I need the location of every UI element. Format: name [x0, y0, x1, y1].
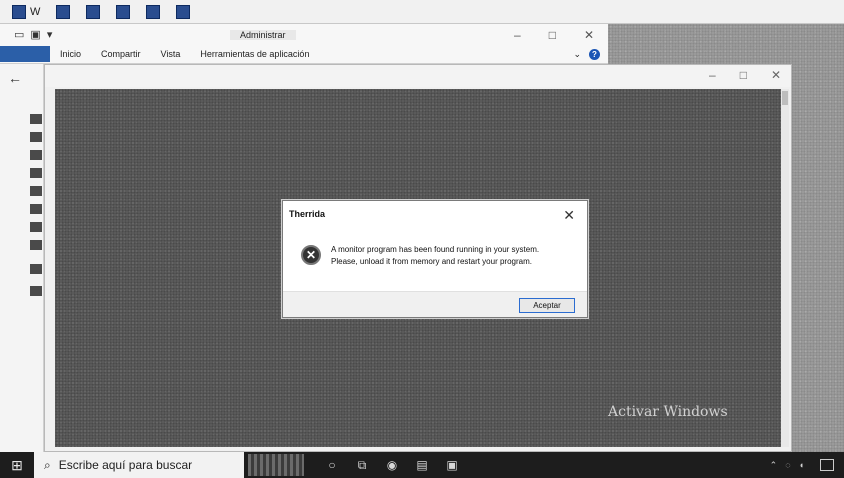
save-icon[interactable]: ▣ [30, 28, 40, 41]
minimize-button[interactable]: – [709, 68, 716, 82]
ribbon-tabs: Inicio Compartir Vista Herramientas de a… [0, 46, 608, 62]
chevron-up-icon[interactable]: ⌃ [770, 460, 778, 471]
window-title: Administrar [230, 30, 296, 40]
onedrive-icon[interactable] [30, 240, 42, 250]
window-controls: – □ ✕ [514, 28, 594, 42]
search-icon: ⌕ [44, 457, 51, 472]
ribbon-tab-inicio[interactable]: Inicio [50, 49, 91, 59]
chevron-down-icon[interactable]: ▾ [47, 28, 53, 41]
close-button[interactable]: ✕ [771, 68, 781, 82]
file-explorer-window: ▭ ▣ ▾ Administrar – □ ✕ Inicio Compartir… [0, 24, 608, 64]
app-icon [146, 4, 161, 19]
ribbon-tab-compartir[interactable]: Compartir [91, 49, 151, 59]
taskbar: ⊞ ⌕ Escribe aquí para buscar ○ ⧉ ◉ ▤ ▣ ⌃… [0, 452, 844, 478]
maximize-button[interactable]: □ [740, 68, 747, 82]
pin-icon[interactable] [30, 114, 42, 124]
this-pc-icon[interactable] [30, 264, 42, 274]
task-view-icon[interactable]: ⧉ [354, 458, 370, 472]
cortana-icon[interactable]: ○ [324, 458, 340, 472]
app-icon [86, 4, 101, 19]
tab-item[interactable] [170, 2, 196, 22]
videos-icon[interactable] [30, 222, 42, 232]
error-icon: ✕ [301, 245, 321, 265]
tab-item[interactable] [50, 2, 76, 22]
music-icon[interactable] [30, 204, 42, 214]
ribbon-tab-vista[interactable]: Vista [151, 49, 191, 59]
activate-windows-watermark: Activar Windows [608, 404, 728, 420]
viewer-window-controls: – □ ✕ [709, 68, 781, 82]
ribbon-help: ⌄ ? [573, 48, 600, 60]
ribbon-file-tab[interactable] [0, 46, 50, 62]
tab-item[interactable]: W [6, 2, 46, 22]
error-dialog: Therrida ✕ ✕ A monitor program has been … [282, 200, 588, 318]
app-icon [116, 4, 131, 19]
tab-strip: W [0, 0, 844, 24]
quick-access-toolbar: ▭ ▣ ▾ [14, 28, 52, 41]
edge-icon[interactable]: ◉ [384, 458, 400, 472]
address-bar[interactable]: – □ ✕ [45, 65, 791, 87]
app-window-icon[interactable]: ▣ [444, 458, 460, 472]
app-icon [12, 4, 26, 19]
back-arrow-icon[interactable]: ← [8, 70, 22, 86]
maximize-button[interactable]: □ [549, 28, 556, 42]
tab-item[interactable] [110, 2, 136, 22]
pictures-icon[interactable] [30, 186, 42, 196]
ribbon-tab-herramientas[interactable]: Herramientas de aplicación [190, 49, 319, 59]
network-icon[interactable]: ◌ [785, 460, 790, 470]
navigation-pane: ← [0, 64, 44, 452]
search-placeholder: Escribe aquí para buscar [58, 458, 193, 472]
help-icon[interactable]: ? [589, 48, 600, 60]
app-icon [176, 4, 191, 19]
dialog-title: Therrida [289, 209, 326, 219]
dialog-close-button[interactable]: ✕ [563, 207, 575, 224]
system-tray: ⌃ ◌ ◖ [770, 459, 844, 471]
taskbar-search[interactable]: ⌕ Escribe aquí para buscar [34, 452, 244, 478]
minimize-button[interactable]: – [514, 28, 521, 42]
taskbar-apps: ○ ⧉ ◉ ▤ ▣ [324, 458, 460, 472]
volume-icon[interactable]: ◖ [799, 460, 804, 470]
tab-label: W [30, 5, 41, 18]
tab-item[interactable] [140, 2, 166, 22]
folder-icon[interactable]: ▭ [14, 28, 24, 41]
scrollbar-thumb[interactable] [782, 91, 788, 105]
documents-icon[interactable] [30, 168, 42, 178]
file-explorer-icon[interactable]: ▤ [414, 458, 430, 472]
dialog-message-line2: Please, unload it from memory and restar… [331, 257, 532, 266]
dialog-footer: Aceptar [283, 291, 587, 317]
vertical-scrollbar[interactable] [781, 89, 789, 447]
start-button[interactable]: ⊞ [0, 452, 34, 478]
search-highlight-image [248, 454, 304, 476]
notification-icon[interactable] [820, 459, 834, 471]
desktop-icon[interactable] [30, 132, 42, 142]
download-icon[interactable] [30, 150, 42, 160]
ok-button[interactable]: Aceptar [519, 298, 575, 313]
close-button[interactable]: ✕ [584, 28, 594, 42]
tab-item[interactable] [80, 2, 106, 22]
network-icon[interactable] [30, 286, 42, 296]
chevron-down-icon[interactable]: ⌄ [573, 49, 581, 60]
dialog-message-line1: A monitor program has been found running… [331, 245, 540, 254]
app-icon [56, 4, 71, 19]
